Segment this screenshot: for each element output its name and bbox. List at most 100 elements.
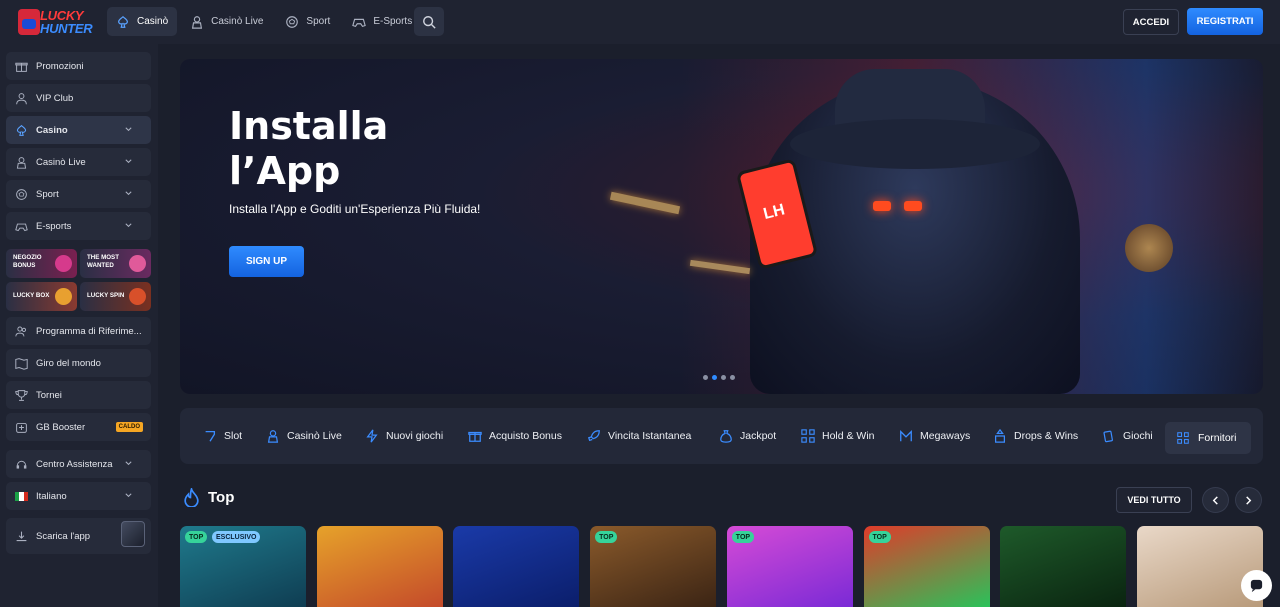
game-tile[interactable] (316, 526, 443, 607)
sidebar-item-promozioni[interactable]: Promozioni (6, 52, 151, 80)
category-jackpot[interactable]: Jackpot (719, 408, 776, 464)
nav-sport[interactable]: Sport (276, 7, 339, 36)
language-label: Italiano (36, 490, 67, 502)
logo-mark-icon (18, 9, 40, 35)
gift-icon (15, 62, 28, 72)
main-nav: Casinò Casinò Live Sport E-Sports (107, 7, 421, 36)
sidebar-item-label: Sport (36, 188, 59, 200)
carousel-dot[interactable] (730, 375, 735, 380)
chevron-down-icon[interactable] (124, 125, 133, 134)
slot-icon (205, 430, 216, 442)
promo-tile-lucky-box[interactable]: LUCKY BOX (6, 282, 77, 311)
category-drops-and-wins[interactable]: Drops & Wins (993, 408, 1078, 464)
hero-eye-glow (904, 201, 922, 211)
game-tile[interactable]: TOP (863, 526, 990, 607)
sidebar-item-referral[interactable]: Programma di Riferime... (6, 317, 151, 345)
login-button[interactable]: ACCEDI (1123, 9, 1179, 35)
chat-button[interactable] (1241, 570, 1272, 601)
sidebar-item-tornei[interactable]: Tornei (6, 381, 151, 409)
logo[interactable]: LUCKY HUNTER (14, 4, 98, 40)
nav-esports[interactable]: E-Sports (343, 7, 421, 36)
category-giochi[interactable]: Giochi (1102, 408, 1153, 464)
sidebar-item-giro-del-mondo[interactable]: Giro del mondo (6, 349, 151, 377)
carousel-next-button[interactable] (1235, 487, 1262, 513)
ball-icon (286, 15, 299, 28)
carousel-dot-active[interactable] (712, 375, 717, 380)
game-tag: ESCLUSIVO (212, 531, 261, 543)
promo-tile-lucky-spin[interactable]: LUCKY SPIN (80, 282, 151, 311)
category-nuovi-giochi[interactable]: Nuovi giochi (365, 408, 443, 464)
sidebar-item-vip-club[interactable]: VIP Club (6, 84, 151, 112)
category-label: Acquisto Bonus (489, 430, 562, 442)
sidebar-item-gb-booster[interactable]: GB Booster CALDO (6, 413, 151, 441)
sidebar-item-label: VIP Club (36, 92, 74, 104)
chevron-down-icon[interactable] (124, 491, 133, 500)
game-tile[interactable] (1000, 526, 1127, 607)
chevron-down-icon[interactable] (124, 459, 133, 468)
promo-tile-most-wanted[interactable]: THE MOST WANTED (80, 249, 151, 278)
treasure-box-icon (55, 288, 72, 305)
gamepad-icon (352, 18, 367, 27)
club-icon (118, 15, 128, 28)
rocket-icon (587, 430, 600, 442)
category-acquisto-bonus[interactable]: Acquisto Bonus (468, 408, 562, 464)
gift-box-icon (55, 255, 72, 272)
category-hold-and-win[interactable]: Hold & Win (801, 408, 875, 464)
hero-signup-button[interactable]: SIGN UP (229, 246, 304, 277)
hot-badge: CALDO (115, 422, 143, 432)
carousel-dots (703, 375, 735, 380)
category-label: Slot (224, 430, 243, 442)
sidebar-item-label: Promozioni (36, 60, 84, 72)
sidebar-item-label: GB Booster (36, 421, 86, 433)
search-button[interactable] (414, 7, 444, 36)
dealer-icon (16, 156, 27, 169)
chevron-down-icon[interactable] (124, 189, 133, 198)
category-casino-live[interactable]: Casinò Live (266, 408, 342, 464)
language-selector[interactable]: Italiano (6, 482, 151, 510)
category-label: Drops & Wins (1014, 430, 1079, 442)
game-tile[interactable] (453, 526, 580, 607)
game-tile[interactable]: TOP (590, 526, 717, 607)
category-label: Jackpot (740, 430, 777, 442)
top-games-row: TOP ESCLUSIVO TOP TOP TOP (180, 526, 1263, 607)
sidebar: Promozioni VIP Club Casino Casinò Live S… (0, 44, 158, 607)
carousel-dot[interactable] (703, 375, 708, 380)
nav-casino[interactable]: Casinò (107, 7, 178, 36)
sidebar-item-label: Casinò Live (36, 156, 86, 168)
sidebar-item-support[interactable]: Centro Assistenza (6, 450, 151, 478)
search-icon (423, 15, 436, 29)
hero-neon-light (609, 191, 681, 215)
download-app-button[interactable]: Scarica l'app (6, 518, 151, 554)
game-tag: TOP (731, 531, 755, 543)
providers-label: Fornitori (1198, 432, 1237, 444)
category-megaways[interactable]: Megaways (899, 408, 970, 464)
providers-grid-icon (1177, 432, 1189, 444)
nav-casino-live[interactable]: Casinò Live (181, 7, 272, 36)
see-all-button[interactable]: VEDI TUTTO (1116, 487, 1192, 513)
register-button[interactable]: REGISTRATI (1187, 8, 1263, 35)
dealer-icon (267, 430, 279, 443)
sidebar-item-label: Giro del mondo (36, 357, 101, 369)
dealer-icon (192, 15, 203, 29)
sidebar-item-esports[interactable]: E-sports (6, 212, 151, 240)
chevron-down-icon[interactable] (124, 221, 133, 230)
chevron-down-icon[interactable] (124, 157, 133, 166)
carousel-dot[interactable] (721, 375, 726, 380)
carousel-prev-button[interactable] (1202, 487, 1229, 513)
category-slot[interactable]: Slot (203, 408, 242, 464)
category-vincita-istantanea[interactable]: Vincita Istantanea (587, 408, 691, 464)
category-label: Vincita Istantanea (608, 430, 692, 442)
game-tile[interactable]: TOP ESCLUSIVO (180, 526, 306, 607)
sidebar-item-casino-live[interactable]: Casinò Live (6, 148, 151, 176)
game-tile[interactable]: TOP (726, 526, 853, 607)
providers-button[interactable]: Fornitori (1165, 422, 1251, 454)
category-bar: Slot Casinò Live Nuovi giochi Acquisto B… (180, 408, 1263, 464)
category-label: Megaways (920, 430, 971, 442)
game-tag: TOP (595, 531, 618, 543)
hero-banner[interactable]: LH Installa l’App Installa l'App e Godit… (180, 59, 1263, 394)
sidebar-item-sport[interactable]: Sport (6, 180, 151, 208)
top-bar: LUCKY HUNTER Casinò Casinò Live Sport E-… (0, 0, 1280, 44)
sidebar-item-casino[interactable]: Casino (6, 116, 151, 144)
flame-icon (184, 488, 199, 507)
promo-tile-negozio-bonus[interactable]: NEGOZIO BONUS (6, 249, 77, 278)
